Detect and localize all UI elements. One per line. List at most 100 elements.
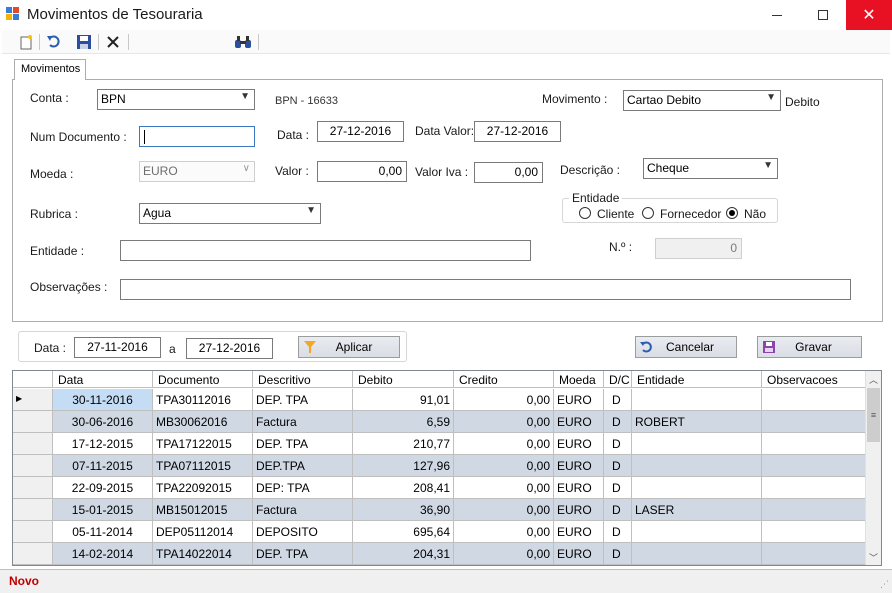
grid-cell[interactable]: 36,90: [353, 499, 454, 521]
scroll-thumb[interactable]: ≡: [867, 388, 880, 442]
maximize-button[interactable]: [800, 0, 846, 30]
observacoes-input[interactable]: [120, 279, 851, 300]
grid-cell[interactable]: 0,00: [454, 499, 554, 521]
col-header[interactable]: Observacoes: [762, 371, 866, 388]
grid-cell[interactable]: [762, 543, 866, 565]
row-header[interactable]: [13, 499, 53, 521]
row-header[interactable]: [13, 433, 53, 455]
delete-button[interactable]: [103, 32, 123, 52]
grid-cell[interactable]: 15-01-2015: [53, 499, 153, 521]
grid-cell[interactable]: TPA30112016: [153, 389, 253, 411]
valor-input[interactable]: 0,00: [317, 161, 407, 182]
grid-cell[interactable]: D: [604, 389, 632, 411]
cancel-button[interactable]: Cancelar: [635, 336, 737, 358]
conta-select[interactable]: BPN ▼: [97, 89, 255, 110]
grid-cell[interactable]: EURO: [554, 411, 604, 433]
valor-iva-input[interactable]: 0,00: [474, 162, 543, 183]
grid-cell[interactable]: [632, 477, 762, 499]
row-header[interactable]: [13, 543, 53, 565]
col-header[interactable]: Moeda: [554, 371, 604, 388]
grid-cell[interactable]: EURO: [554, 433, 604, 455]
resize-grip-icon[interactable]: ⋰: [880, 579, 889, 590]
grid-cell[interactable]: DEP. TPA: [253, 543, 353, 565]
grid-cell[interactable]: EURO: [554, 521, 604, 543]
grid-cell[interactable]: [762, 455, 866, 477]
grid-cell[interactable]: 07-11-2015: [53, 455, 153, 477]
col-header[interactable]: Documento: [153, 371, 253, 388]
entidade-input[interactable]: [120, 240, 531, 261]
data-input[interactable]: 27-12-2016: [317, 121, 404, 142]
grid-cell[interactable]: MB30062016: [153, 411, 253, 433]
grid-cell[interactable]: EURO: [554, 389, 604, 411]
grid-cell[interactable]: 91,01: [353, 389, 454, 411]
grid-cell[interactable]: MB15012015: [153, 499, 253, 521]
grid-cell[interactable]: [762, 433, 866, 455]
grid-cell[interactable]: EURO: [554, 477, 604, 499]
grid-cell[interactable]: 17-12-2015: [53, 433, 153, 455]
tab-movimentos[interactable]: Movimentos: [14, 59, 86, 80]
grid-cell[interactable]: TPA17122015: [153, 433, 253, 455]
col-header[interactable]: Entidade: [632, 371, 762, 388]
grid-cell[interactable]: D: [604, 499, 632, 521]
grid-cell[interactable]: EURO: [554, 499, 604, 521]
movements-grid[interactable]: Data Documento Descritivo Debito Credito…: [12, 370, 882, 566]
grid-cell[interactable]: DEP. TPA: [253, 389, 353, 411]
grid-cell[interactable]: D: [604, 411, 632, 433]
close-button[interactable]: ✕: [846, 0, 892, 30]
grid-cell[interactable]: [632, 433, 762, 455]
col-header[interactable]: Descritivo: [253, 371, 353, 388]
grid-cell[interactable]: LASER: [632, 499, 762, 521]
undo-button[interactable]: [44, 32, 64, 52]
grid-cell[interactable]: 0,00: [454, 411, 554, 433]
grid-cell[interactable]: DEPOSITO: [253, 521, 353, 543]
grid-cell[interactable]: 22-09-2015: [53, 477, 153, 499]
save-record-button[interactable]: Gravar: [757, 336, 862, 358]
grid-cell[interactable]: 0,00: [454, 433, 554, 455]
grid-cell[interactable]: 05-11-2014: [53, 521, 153, 543]
grid-cell[interactable]: D: [604, 521, 632, 543]
filter-from-input[interactable]: 27-11-2016: [74, 337, 161, 358]
grid-cell[interactable]: 0,00: [454, 455, 554, 477]
grid-cell[interactable]: [762, 477, 866, 499]
grid-cell[interactable]: 208,41: [353, 477, 454, 499]
grid-cell[interactable]: 30-06-2016: [53, 411, 153, 433]
grid-cell[interactable]: 127,96: [353, 455, 454, 477]
grid-cell[interactable]: EURO: [554, 455, 604, 477]
grid-cell[interactable]: [632, 521, 762, 543]
grid-cell[interactable]: 0,00: [454, 477, 554, 499]
grid-cell[interactable]: D: [604, 477, 632, 499]
radio-cliente[interactable]: [579, 207, 591, 219]
grid-cell[interactable]: 695,64: [353, 521, 454, 543]
grid-cell[interactable]: 0,00: [454, 521, 554, 543]
grid-cell[interactable]: [632, 543, 762, 565]
grid-cell[interactable]: 6,59: [353, 411, 454, 433]
grid-cell[interactable]: 30-11-2016: [53, 389, 153, 411]
grid-cell[interactable]: D: [604, 543, 632, 565]
grid-cell[interactable]: TPA14022014: [153, 543, 253, 565]
grid-cell[interactable]: EURO: [554, 543, 604, 565]
apply-button[interactable]: Aplicar: [298, 336, 400, 358]
grid-cell[interactable]: 210,77: [353, 433, 454, 455]
filter-to-input[interactable]: 27-12-2016: [186, 338, 273, 359]
grid-cell[interactable]: 0,00: [454, 543, 554, 565]
rubrica-select[interactable]: Agua ▼: [139, 203, 321, 224]
radio-nao[interactable]: [726, 207, 738, 219]
grid-cell[interactable]: DEP05112014: [153, 521, 253, 543]
grid-cell[interactable]: DEP. TPA: [253, 433, 353, 455]
movimento-select[interactable]: Cartao Debito ▼: [623, 90, 781, 111]
row-header[interactable]: [13, 477, 53, 499]
radio-fornecedor[interactable]: [642, 207, 654, 219]
grid-cell[interactable]: 14-02-2014: [53, 543, 153, 565]
scroll-up-icon[interactable]: ︿: [866, 371, 881, 387]
search-button[interactable]: [233, 32, 253, 52]
grid-cell[interactable]: [762, 499, 866, 521]
col-header[interactable]: D/C: [604, 371, 632, 388]
col-header[interactable]: Data: [53, 371, 153, 388]
grid-cell[interactable]: ROBERT: [632, 411, 762, 433]
data-valor-input[interactable]: 27-12-2016: [474, 121, 561, 142]
row-header[interactable]: [13, 411, 53, 433]
save-button[interactable]: [74, 32, 94, 52]
row-header[interactable]: [13, 455, 53, 477]
grid-cell[interactable]: TPA22092015: [153, 477, 253, 499]
grid-cell[interactable]: 0,00: [454, 389, 554, 411]
